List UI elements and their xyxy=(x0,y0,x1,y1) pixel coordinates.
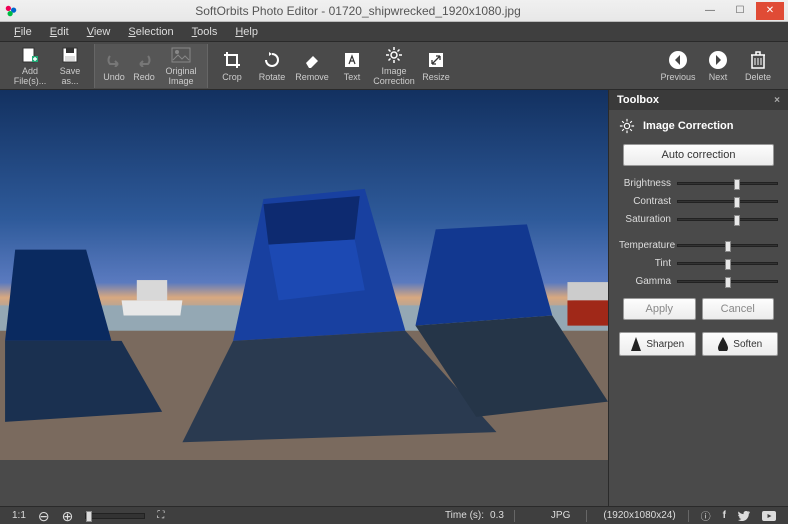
previous-icon xyxy=(668,50,688,70)
rotate-button[interactable]: Rotate xyxy=(252,44,292,88)
sun-icon xyxy=(619,118,635,134)
gamma-slider[interactable]: Gamma xyxy=(609,272,788,290)
crop-button[interactable]: Crop xyxy=(212,44,252,88)
undo-icon xyxy=(104,50,124,70)
sharpen-icon xyxy=(630,337,642,351)
photo-content xyxy=(0,90,608,460)
minimize-button[interactable]: — xyxy=(696,2,724,20)
toolbox-header: Toolbox × xyxy=(609,90,788,110)
save-as-button[interactable]: Save as... xyxy=(50,44,90,88)
menu-edit[interactable]: Edit xyxy=(42,24,77,40)
apply-button[interactable]: Apply xyxy=(623,298,696,320)
next-button[interactable]: Next xyxy=(698,44,738,88)
brightness-slider[interactable]: Brightness xyxy=(609,174,788,192)
image-correction-button[interactable]: Image Correction xyxy=(372,44,416,88)
remove-button[interactable]: Remove xyxy=(292,44,332,88)
time-value: 0.3 xyxy=(490,510,504,521)
delete-button[interactable]: Delete xyxy=(738,44,778,88)
close-button[interactable]: ✕ xyxy=(756,2,784,20)
soften-icon xyxy=(717,337,729,351)
maximize-button[interactable]: ☐ xyxy=(726,2,754,20)
trash-icon xyxy=(748,50,768,70)
zoom-ratio[interactable]: 1:1 xyxy=(6,510,32,521)
temperature-slider[interactable]: Temperature xyxy=(609,236,788,254)
toolbar: Add File(s)... Save as... Undo Redo Orig… xyxy=(0,42,788,90)
statusbar: 1:1 ⊖ ⊕ ⛶ Time (s): 0.3 JPG (1920x1080x2… xyxy=(0,506,788,524)
menu-selection[interactable]: Selection xyxy=(120,24,181,40)
zoom-in-button[interactable]: ⊕ xyxy=(56,511,80,521)
toolbox-close-icon[interactable]: × xyxy=(774,95,780,106)
format-label: JPG xyxy=(545,510,576,521)
contrast-slider[interactable]: Contrast xyxy=(609,192,788,210)
info-icon[interactable]: ⓘ xyxy=(695,508,717,523)
tint-slider[interactable]: Tint xyxy=(609,254,788,272)
text-icon xyxy=(342,50,362,70)
save-icon xyxy=(60,46,80,64)
redo-button[interactable]: Redo xyxy=(129,44,159,88)
saturation-slider[interactable]: Saturation xyxy=(609,210,788,228)
resize-icon xyxy=(426,50,446,70)
toolbox-section-title: Image Correction xyxy=(609,110,788,140)
menu-tools[interactable]: Tools xyxy=(184,24,226,40)
image-canvas[interactable] xyxy=(0,90,608,506)
sharpen-button[interactable]: Sharpen xyxy=(619,332,696,356)
rotate-icon xyxy=(262,50,282,70)
titlebar: SoftOrbits Photo Editor - 01720_shipwrec… xyxy=(0,0,788,22)
dimensions-label: (1920x1080x24) xyxy=(597,510,681,521)
app-icon xyxy=(4,4,18,18)
fit-button[interactable]: ⛶ xyxy=(151,510,170,521)
cancel-button[interactable]: Cancel xyxy=(702,298,775,320)
crop-icon xyxy=(222,50,242,70)
youtube-icon[interactable] xyxy=(756,511,782,521)
undo-button[interactable]: Undo xyxy=(99,44,129,88)
text-button[interactable]: Text xyxy=(332,44,372,88)
next-icon xyxy=(708,50,728,70)
zoom-slider[interactable] xyxy=(85,513,145,519)
sun-icon xyxy=(384,46,404,64)
twitter-icon[interactable] xyxy=(732,511,756,521)
previous-button[interactable]: Previous xyxy=(658,44,698,88)
add-files-button[interactable]: Add File(s)... xyxy=(10,44,50,88)
zoom-out-button[interactable]: ⊖ xyxy=(32,511,56,521)
time-label: Time (s): xyxy=(439,510,490,521)
redo-icon xyxy=(134,50,154,70)
window-title: SoftOrbits Photo Editor - 01720_shipwrec… xyxy=(22,4,694,18)
facebook-icon[interactable]: f xyxy=(717,510,732,521)
add-file-icon xyxy=(20,46,40,64)
soften-button[interactable]: Soften xyxy=(702,332,779,356)
menu-view[interactable]: View xyxy=(79,24,119,40)
toolbox-panel: Toolbox × Image Correction Auto correcti… xyxy=(608,90,788,506)
resize-button[interactable]: Resize xyxy=(416,44,456,88)
eraser-icon xyxy=(302,50,322,70)
image-icon xyxy=(171,46,191,64)
menu-help[interactable]: Help xyxy=(227,24,266,40)
original-image-button[interactable]: Original Image xyxy=(159,44,203,88)
menu-file[interactable]: File xyxy=(6,24,40,40)
menubar: File Edit View Selection Tools Help xyxy=(0,22,788,42)
auto-correction-button[interactable]: Auto correction xyxy=(623,144,774,166)
